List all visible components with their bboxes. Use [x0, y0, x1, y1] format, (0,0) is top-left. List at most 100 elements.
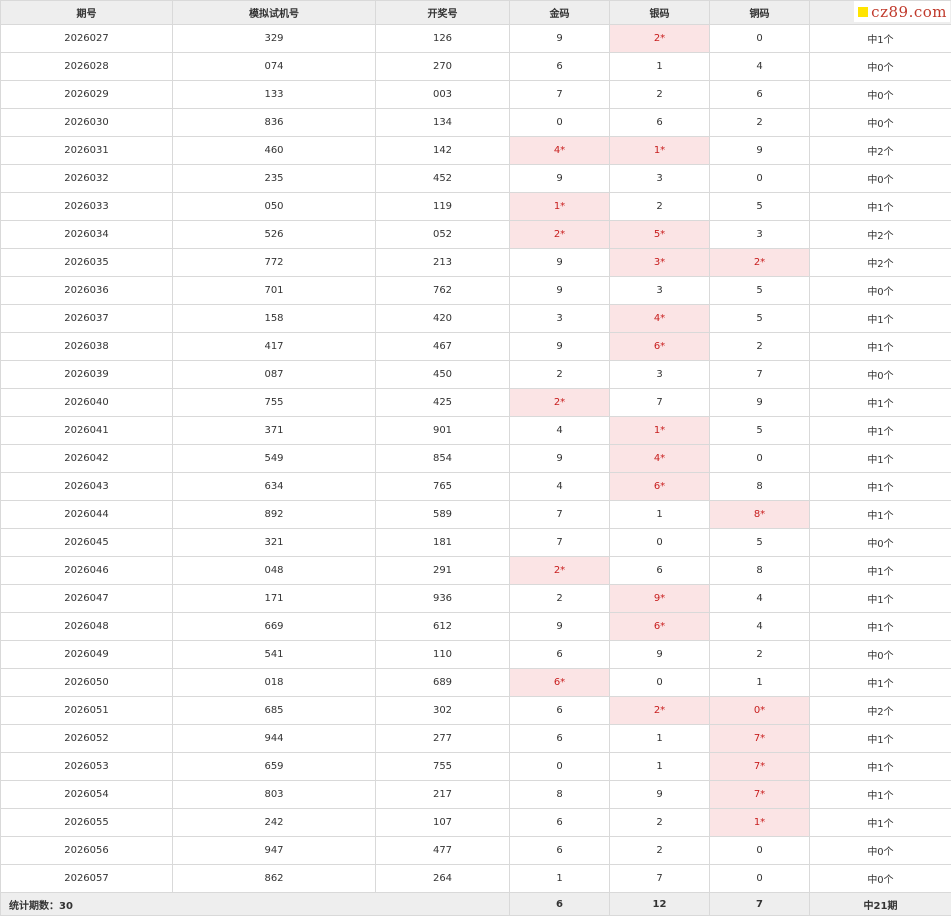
silver-code-cell: 9*	[610, 585, 710, 613]
trial-number-cell: 050	[173, 193, 376, 221]
silver-code-cell: 6*	[610, 613, 710, 641]
result-cell: 中2个	[810, 249, 951, 277]
bronze-code-cell: 0	[710, 865, 810, 893]
gold-code-cell: 6*	[510, 669, 610, 697]
trial-number-cell: 133	[173, 81, 376, 109]
draw-number-cell: 467	[376, 333, 510, 361]
draw-number-cell: 450	[376, 361, 510, 389]
gold-code-cell: 6	[510, 725, 610, 753]
draw-number-cell: 477	[376, 837, 510, 865]
draw-number-cell: 134	[376, 109, 510, 137]
trial-number-cell: 329	[173, 25, 376, 53]
bronze-code-cell: 2	[710, 333, 810, 361]
result-cell: 中1个	[810, 473, 951, 501]
result-cell: 中0个	[810, 277, 951, 305]
table-row: 202604717193629*4中1个	[1, 585, 951, 613]
silver-code-cell: 2	[610, 837, 710, 865]
trial-number-cell: 659	[173, 753, 376, 781]
gold-code-cell: 7	[510, 501, 610, 529]
issue-cell: 2026038	[1, 333, 173, 361]
gold-code-cell: 6	[510, 53, 610, 81]
results-table: 期号 模拟试机号 开奖号 金码 银码 铜码 202602732912692*0中…	[0, 0, 951, 916]
silver-code-cell: 6*	[610, 333, 710, 361]
table-row: 20260460482912*68中1个	[1, 557, 951, 585]
silver-code-cell: 1*	[610, 417, 710, 445]
table-row: 2026052944277617*中1个	[1, 725, 951, 753]
silver-code-cell: 6	[610, 557, 710, 585]
result-cell: 中0个	[810, 865, 951, 893]
bronze-code-cell: 2	[710, 641, 810, 669]
gold-code-cell: 9	[510, 25, 610, 53]
result-cell: 中0个	[810, 109, 951, 137]
issue-cell: 2026031	[1, 137, 173, 165]
result-cell: 中0个	[810, 529, 951, 557]
issue-cell: 2026052	[1, 725, 173, 753]
trial-number-cell: 158	[173, 305, 376, 333]
trial-number-cell: 944	[173, 725, 376, 753]
result-cell: 中2个	[810, 137, 951, 165]
result-cell: 中1个	[810, 389, 951, 417]
gold-total: 6	[510, 893, 610, 916]
draw-number-cell: 755	[376, 753, 510, 781]
table-row: 202604254985494*0中1个	[1, 445, 951, 473]
draw-number-cell: 142	[376, 137, 510, 165]
logo-square-icon	[858, 7, 868, 17]
bronze-code-cell: 4	[710, 585, 810, 613]
issue-cell: 2026046	[1, 557, 173, 585]
result-cell: 中0个	[810, 53, 951, 81]
table-row: 2026028074270614中0个	[1, 53, 951, 81]
draw-number-cell: 277	[376, 725, 510, 753]
table-row: 2026053659755017*中1个	[1, 753, 951, 781]
silver-code-cell: 0	[610, 669, 710, 697]
gold-code-cell: 6	[510, 837, 610, 865]
silver-code-cell: 2	[610, 193, 710, 221]
table-row: 2026056947477620中0个	[1, 837, 951, 865]
table-row: 202604866961296*4中1个	[1, 613, 951, 641]
issue-cell: 2026044	[1, 501, 173, 529]
result-cell: 中1个	[810, 305, 951, 333]
gold-code-cell: 9	[510, 165, 610, 193]
trial-number-cell: 701	[173, 277, 376, 305]
bronze-code-cell: 0	[710, 165, 810, 193]
table-row: 2026030836134062中0个	[1, 109, 951, 137]
draw-number-cell: 119	[376, 193, 510, 221]
bronze-code-cell: 7*	[710, 781, 810, 809]
draw-number-cell: 270	[376, 53, 510, 81]
issue-cell: 2026056	[1, 837, 173, 865]
gold-code-cell: 1	[510, 865, 610, 893]
silver-code-cell: 1*	[610, 137, 710, 165]
draw-number-cell: 052	[376, 221, 510, 249]
bronze-code-cell: 8*	[710, 501, 810, 529]
draw-number-cell: 107	[376, 809, 510, 837]
trial-number-cell: 803	[173, 781, 376, 809]
draw-number-cell: 765	[376, 473, 510, 501]
result-cell: 中1个	[810, 501, 951, 529]
table-row: 202605168530262*0*中2个	[1, 697, 951, 725]
silver-code-cell: 3	[610, 165, 710, 193]
result-cell: 中1个	[810, 557, 951, 585]
result-cell: 中2个	[810, 697, 951, 725]
silver-total: 12	[610, 893, 710, 916]
issue-cell: 2026047	[1, 585, 173, 613]
bronze-code-cell: 0	[710, 837, 810, 865]
silver-code-cell: 2*	[610, 25, 710, 53]
issue-cell: 2026051	[1, 697, 173, 725]
issue-cell: 2026032	[1, 165, 173, 193]
trial-number-cell: 087	[173, 361, 376, 389]
gold-code-cell: 2	[510, 361, 610, 389]
bronze-code-cell: 1	[710, 669, 810, 697]
silver-code-cell: 9	[610, 641, 710, 669]
result-cell: 中0个	[810, 837, 951, 865]
draw-number-cell: 213	[376, 249, 510, 277]
result-cell: 中0个	[810, 165, 951, 193]
result-cell: 中1个	[810, 333, 951, 361]
table-row: 2026045321181705中0个	[1, 529, 951, 557]
header-row: 期号 模拟试机号 开奖号 金码 银码 铜码	[1, 1, 951, 25]
bronze-code-cell: 9	[710, 389, 810, 417]
table-body: 202602732912692*0中1个2026028074270614中0个2…	[1, 25, 951, 893]
result-cell: 中1个	[810, 753, 951, 781]
result-cell: 中0个	[810, 81, 951, 109]
issue-cell: 2026039	[1, 361, 173, 389]
bronze-code-cell: 0	[710, 445, 810, 473]
draw-number-cell: 420	[376, 305, 510, 333]
